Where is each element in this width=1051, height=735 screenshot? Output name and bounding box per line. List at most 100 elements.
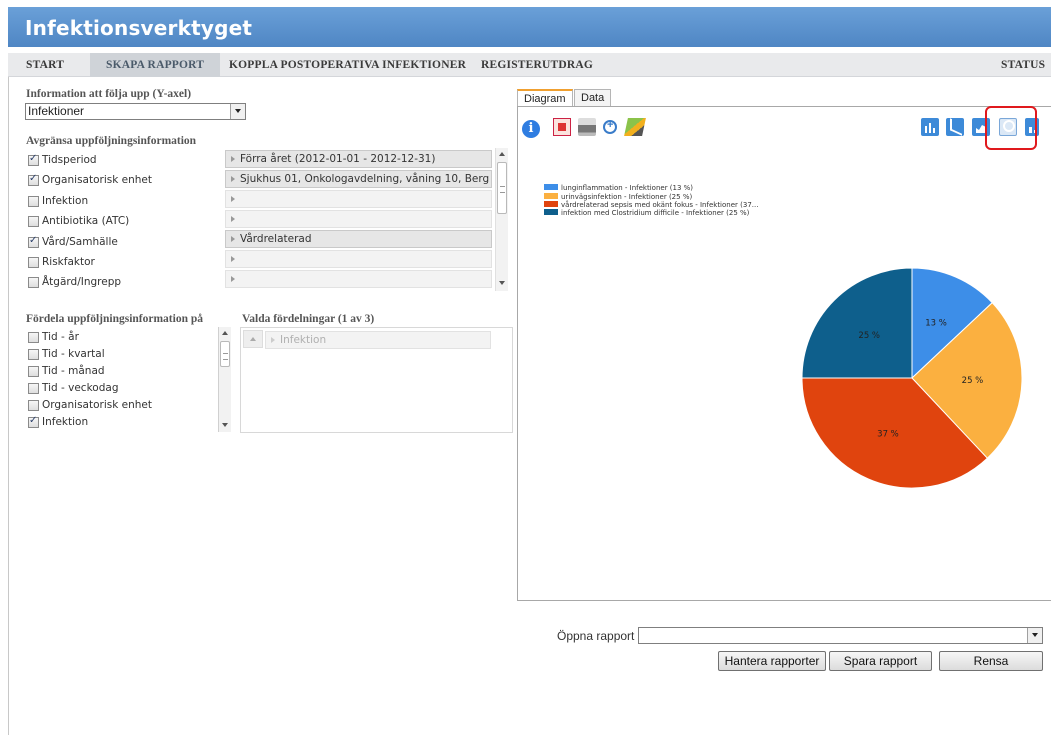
filter-label: Tidsperiod: [42, 154, 97, 166]
legend-label: infektion med Clostridium difficile - In…: [561, 209, 750, 217]
selected-distributions-panel: Infektion: [240, 327, 513, 433]
print-icon[interactable]: [578, 118, 596, 136]
filter-value-vard-samhalle[interactable]: Vårdrelaterad: [225, 230, 492, 248]
checkbox[interactable]: [28, 399, 39, 411]
distribute-item-label: Tid - år: [42, 331, 79, 343]
nav-skapa-rapport[interactable]: SKAPA RAPPORT: [90, 53, 221, 77]
filter-value-riskfaktor[interactable]: [225, 250, 492, 268]
filter-atgard-ingrepp[interactable]: Åtgärd/Ingrepp: [28, 273, 121, 291]
expand-icon: [231, 176, 235, 182]
expand-icon: [231, 236, 235, 242]
distribute-label: Fördela uppföljningsinformation på: [26, 313, 203, 325]
app-header: Infektionsverktyget: [8, 7, 1051, 47]
tab-data[interactable]: Data: [574, 89, 612, 107]
chevron-down-icon[interactable]: [230, 104, 245, 119]
filter-value-antibiotika[interactable]: [225, 210, 492, 228]
checkbox[interactable]: [28, 331, 39, 343]
save-report-button[interactable]: Spara rapport: [829, 651, 932, 671]
checkbox[interactable]: [28, 173, 39, 186]
filter-riskfaktor[interactable]: Riskfaktor: [28, 253, 95, 271]
y-axis-select[interactable]: Infektioner: [25, 103, 246, 120]
y-axis-label: Information att följa upp (Y-axel): [26, 88, 192, 100]
distribute-item-label: Tid - kvartal: [42, 348, 105, 360]
selected-distributions-label: Valda fördelningar (1 av 3): [242, 313, 375, 325]
checkbox[interactable]: [28, 365, 39, 377]
scroll-up-icon[interactable]: [222, 331, 228, 335]
filter-tidsperiod[interactable]: Tidsperiod: [28, 151, 97, 169]
filter-value-text: Förra året (2012-01-01 - 2012-12-31): [240, 153, 436, 165]
legend-item-3: infektion med Clostridium difficile - In…: [544, 209, 749, 219]
checkbox[interactable]: [28, 415, 39, 428]
nav-registerutdrag[interactable]: REGISTERUTDRAG: [481, 53, 593, 77]
zoom-icon[interactable]: [603, 119, 617, 134]
checkbox[interactable]: [28, 215, 39, 227]
clear-button[interactable]: Rensa: [939, 651, 1043, 671]
expand-icon: [231, 156, 235, 162]
app-title: Infektionsverktyget: [25, 16, 253, 40]
expand-icon: [231, 216, 235, 222]
filter-value-text: Vårdrelaterad: [240, 233, 312, 245]
arrow-up-icon: [250, 337, 256, 341]
scroll-down-icon[interactable]: [222, 423, 228, 427]
distribute-tid-kvartal[interactable]: Tid - kvartal: [28, 345, 105, 363]
pdf-export-icon[interactable]: [553, 118, 571, 136]
checkbox[interactable]: [28, 153, 39, 166]
info-icon[interactable]: i: [522, 120, 540, 138]
checkbox[interactable]: [28, 195, 39, 207]
distribute-tid-veckodag[interactable]: Tid - veckodag: [28, 379, 118, 397]
filter-value-tidsperiod[interactable]: Förra året (2012-01-01 - 2012-12-31): [225, 150, 492, 168]
legend-label: lunginflammation - Infektioner (13 %): [561, 184, 694, 192]
open-report-select[interactable]: [638, 627, 1043, 644]
filter-label: Åtgärd/Ingrepp: [42, 276, 122, 288]
filter-label: Infektion: [42, 195, 89, 207]
checkbox[interactable]: [28, 382, 39, 394]
legend-label: vårdrelaterad sepsis med okänt fokus - I…: [561, 201, 759, 209]
filters-scrollbar[interactable]: [495, 148, 508, 291]
filter-vard-samhalle[interactable]: Vård/Samhälle: [28, 233, 118, 251]
open-report-label: Öppna rapport: [557, 629, 635, 643]
filter-label: Antibiotika (ATC): [42, 215, 130, 227]
scroll-thumb[interactable]: [497, 162, 507, 214]
scroll-down-icon[interactable]: [499, 281, 505, 285]
checkbox[interactable]: [28, 276, 39, 288]
nav-koppla-postoperativa[interactable]: KOPPLA POSTOPERATIVA INFEKTIONER: [229, 53, 466, 77]
scroll-thumb[interactable]: [220, 341, 230, 367]
distribute-tid-manad[interactable]: Tid - månad: [28, 362, 105, 380]
expand-icon: [231, 276, 235, 282]
distribute-organisatorisk-enhet[interactable]: Organisatorisk enhet: [28, 396, 152, 414]
manage-reports-button[interactable]: Hantera rapporter: [718, 651, 826, 671]
filters-panel: Tidsperiod Organisatorisk enhet Infektio…: [25, 148, 512, 291]
checkbox[interactable]: [28, 235, 39, 248]
filter-value-organisatorisk-enhet[interactable]: Sjukhus 01, Onkologavdelning, våning 10,…: [225, 170, 492, 188]
checkbox[interactable]: [28, 348, 39, 360]
distribute-tid-ar[interactable]: Tid - år: [28, 328, 79, 346]
distribute-item-label: Organisatorisk enhet: [42, 399, 152, 411]
bar-chart-icon[interactable]: [921, 118, 939, 136]
move-up-button[interactable]: [243, 330, 263, 348]
filter-label: Organisatorisk enhet: [42, 174, 152, 186]
content-left-border: [8, 77, 9, 735]
distribute-scrollbar[interactable]: [218, 327, 231, 432]
edit-icon[interactable]: [624, 118, 646, 136]
filter-organisatorisk-enhet[interactable]: Organisatorisk enhet: [28, 171, 152, 189]
legend-swatch: [544, 184, 558, 190]
main-nav: START SKAPA RAPPORT KOPPLA POSTOPERATIVA…: [8, 53, 1051, 77]
checkbox[interactable]: [28, 256, 39, 268]
filter-infektion[interactable]: Infektion: [28, 192, 88, 210]
distribute-infektion[interactable]: Infektion: [28, 413, 88, 431]
scroll-up-icon[interactable]: [499, 152, 505, 156]
filter-label: Vård/Samhälle: [42, 236, 118, 248]
line-chart-icon[interactable]: [946, 118, 964, 136]
filter-value-atgard-ingrepp[interactable]: [225, 270, 492, 288]
y-axis-select-value: Infektioner: [28, 104, 85, 118]
nav-status[interactable]: STATUS: [1001, 53, 1045, 77]
legend-swatch: [544, 201, 558, 207]
filter-value-text: Sjukhus 01, Onkologavdelning, våning 10,…: [240, 173, 490, 185]
selection-highlight: [985, 106, 1037, 150]
nav-start[interactable]: START: [26, 53, 64, 77]
filter-antibiotika[interactable]: Antibiotika (ATC): [28, 212, 129, 230]
distribute-item-label: Tid - månad: [42, 365, 105, 377]
selected-distribution-item[interactable]: Infektion: [265, 331, 491, 349]
chevron-down-icon[interactable]: [1027, 628, 1042, 643]
filter-value-infektion[interactable]: [225, 190, 492, 208]
